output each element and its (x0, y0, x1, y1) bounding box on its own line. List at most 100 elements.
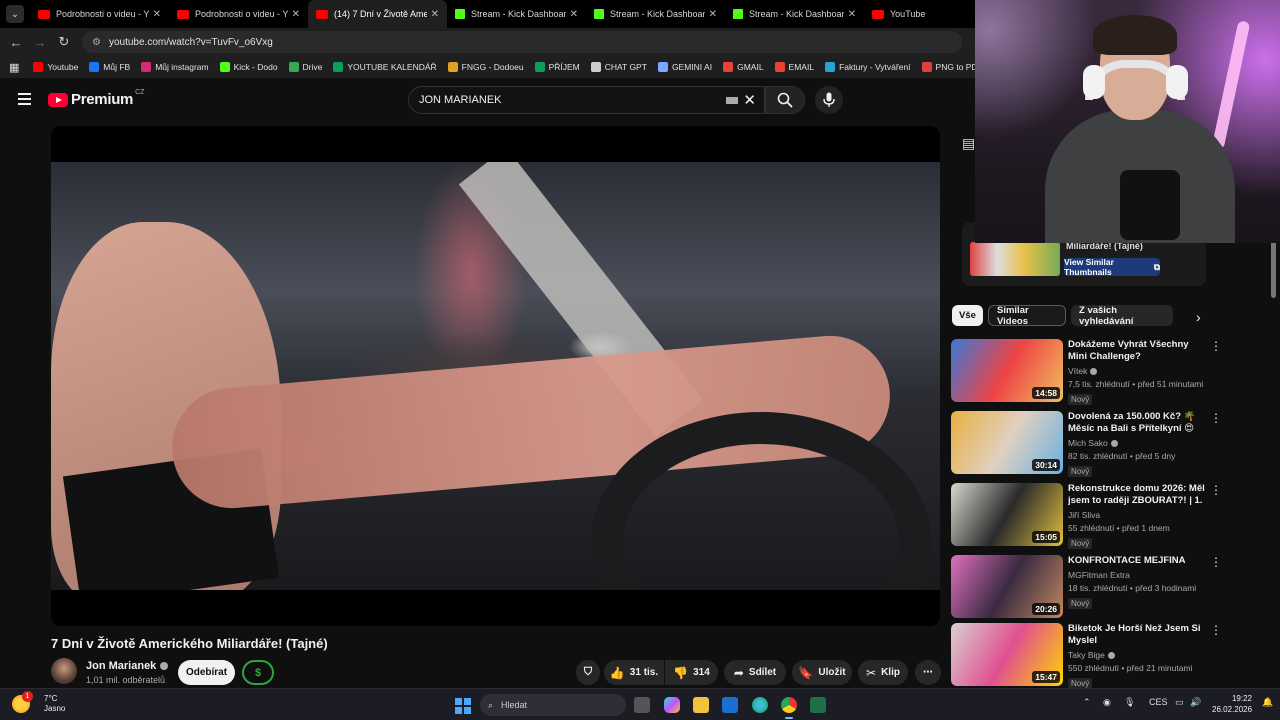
video-channel[interactable]: Taky Bige (1068, 650, 1208, 660)
voice-search-button[interactable] (815, 86, 843, 114)
close-tab-icon[interactable]: ✕ (570, 9, 578, 20)
bookmark-item[interactable]: Youtube (33, 62, 78, 72)
recommended-video[interactable]: 15:05 Rekonstrukce domu 2026: Měl jsem to… (951, 483, 1222, 549)
forward-arrow-icon[interactable]: → (28, 35, 52, 50)
site-info-icon[interactable]: ⚙ (92, 37, 101, 48)
browser-tab[interactable]: Stream - Kick Dashboard ✕ (586, 0, 725, 28)
video-channel[interactable]: Vítek (1068, 366, 1208, 376)
taskbar-clock[interactable]: 19:22 26.02.2026 (1212, 693, 1252, 715)
search-button[interactable] (765, 86, 805, 114)
bookmark-item[interactable]: PNG to PDF (921, 62, 975, 72)
close-tab-icon[interactable]: ✕ (431, 9, 439, 20)
video-thumbnail[interactable]: 14:58 (951, 339, 1063, 402)
more-vertical-icon[interactable]: ⋮ (1210, 339, 1222, 353)
tray-chevron-icon[interactable]: ⌃ (1083, 697, 1091, 708)
video-thumbnail[interactable]: 15:05 (951, 483, 1063, 546)
subscribe-button[interactable]: Odebírat (178, 660, 235, 685)
edge-icon[interactable] (752, 697, 768, 713)
tray-app-icon[interactable]: ◉ (1103, 697, 1111, 708)
bookmark-item[interactable]: Kick - Dodo (219, 62, 278, 72)
more-vertical-icon[interactable]: ⋮ (1210, 555, 1222, 569)
apps-grid-icon[interactable]: ▦ (9, 61, 19, 74)
back-arrow-icon[interactable]: ← (4, 35, 28, 50)
menu-hamburger-icon[interactable] (18, 93, 31, 105)
tab-search-chevron-icon[interactable]: ⌄ (6, 5, 24, 23)
video-thumbnail[interactable]: 30:14 (951, 411, 1063, 474)
share-button[interactable]: ➦ Sdílet (724, 660, 786, 685)
copilot-icon[interactable] (664, 697, 680, 713)
video-channel[interactable]: Mich Sako (1068, 438, 1208, 448)
clear-search-icon[interactable]: ✕ (743, 91, 756, 109)
save-button[interactable]: 🔖 Uložit (792, 660, 852, 685)
windows-start-icon[interactable] (455, 698, 471, 714)
reload-icon[interactable]: ↻ (52, 34, 76, 50)
channel-name[interactable]: Jon Marianek (86, 660, 169, 672)
bookmark-item[interactable]: Můj instagram (141, 62, 209, 72)
keyboard-icon[interactable] (726, 97, 738, 104)
video-title[interactable]: KONFRONTACE MEJFINA (1068, 555, 1208, 567)
chip-all[interactable]: Vše (952, 305, 983, 326)
excel-icon[interactable] (810, 697, 826, 713)
video-thumbnail[interactable]: 15:47 (951, 623, 1063, 686)
notifications-bell-icon[interactable]: 🔔 (1262, 697, 1273, 708)
dislike-button[interactable]: 👎 314 (665, 660, 718, 685)
chip-from-searches[interactable]: Z vašich vyhledávání (1071, 305, 1173, 327)
bookmark-item[interactable]: FNGG - Dodoeu (447, 62, 524, 72)
bookmark-item[interactable]: GMAIL (723, 62, 764, 72)
video-player[interactable] (51, 126, 940, 626)
file-explorer-icon[interactable] (693, 697, 709, 713)
view-similar-thumbnails-button[interactable]: View Similar Thumbnails ⧉ (1064, 257, 1160, 277)
video-thumbnail[interactable]: 20:26 (951, 555, 1063, 618)
outlook-icon[interactable] (722, 697, 738, 713)
search-input[interactable]: JON MARIANEK ✕ (408, 86, 765, 114)
chrome-icon[interactable] (781, 697, 797, 719)
volume-icon[interactable]: 🔊 (1190, 697, 1201, 708)
bookmark-item[interactable]: PŘÍJEM (534, 62, 580, 72)
bookmark-item[interactable]: EMAIL (774, 62, 814, 72)
task-view-icon[interactable] (634, 697, 650, 713)
clip-button[interactable]: ✂ Klip (858, 660, 908, 685)
chip-similar-videos[interactable]: Similar Videos (988, 305, 1066, 327)
video-title[interactable]: Dokážeme Vyhrát Všechny Mini Challenge? (1068, 339, 1208, 363)
weather-widget[interactable]: 1 7°C Jasno (12, 691, 65, 714)
bookmark-item[interactable]: Faktury - Vytváření (825, 62, 911, 72)
video-frame[interactable] (51, 162, 940, 590)
more-vertical-icon[interactable]: ⋮ (1210, 483, 1222, 497)
network-icon[interactable]: ▭ (1175, 697, 1184, 708)
bookmark-item[interactable]: CHAT GPT (590, 62, 647, 72)
thanks-button[interactable]: $ (242, 660, 274, 685)
more-vertical-icon[interactable]: ⋮ (1210, 411, 1222, 425)
tray-mic-icon[interactable]: 🎙 (1124, 697, 1135, 708)
browser-tab[interactable]: Stream - Kick Dashboard ✕ (725, 0, 864, 28)
video-title[interactable]: Rekonstrukce domu 2026: Měl jsem to radě… (1068, 483, 1208, 507)
browser-tab[interactable]: Stream - Kick Dashboard ✕ (447, 0, 586, 28)
bookmark-item[interactable]: Drive (288, 62, 322, 72)
like-button[interactable]: 👍 31 tis. (604, 660, 664, 685)
video-channel[interactable]: Jiří Sliva (1068, 510, 1208, 520)
close-tab-icon[interactable]: ✕ (292, 9, 300, 20)
bookmark-item[interactable]: YOUTUBE KALENDÁŘ (333, 62, 437, 72)
browser-tab[interactable]: (14) 7 Dní v Životě Americk ✕ (308, 0, 447, 28)
save-to-watch-later-button[interactable]: ⛉ (576, 660, 600, 685)
close-tab-icon[interactable]: ✕ (848, 9, 856, 20)
youtube-premium-logo[interactable]: Premium CZ (48, 89, 144, 108)
close-tab-icon[interactable]: ✕ (153, 9, 161, 20)
language-indicator[interactable]: CES (1149, 697, 1168, 707)
chevron-right-icon[interactable]: › (1196, 309, 1201, 325)
more-actions-button[interactable]: ⋯ (915, 660, 941, 685)
close-tab-icon[interactable]: ✕ (709, 9, 717, 20)
recommended-video[interactable]: 14:58 Dokážeme Vyhrát Všechny Mini Challe… (951, 339, 1222, 405)
bookmark-item[interactable]: Můj FB (89, 62, 130, 72)
page-scrollbar[interactable] (1271, 240, 1276, 298)
browser-tab[interactable]: Podrobnosti o videu - You ✕ (169, 0, 308, 28)
video-title[interactable]: Dovolená za 150.000 Kč? 🌴 Měsíc na Bali … (1068, 411, 1208, 435)
video-title[interactable]: Biketok Je Horší Než Jsem Si Myslel (1068, 623, 1208, 647)
channel-avatar[interactable] (51, 658, 77, 684)
recommended-video[interactable]: 20:26 KONFRONTACE MEJFINA MGFitman Extra 18… (951, 555, 1222, 619)
bookmark-item[interactable]: GEMINI AI (657, 62, 712, 72)
url-field[interactable]: ⚙ youtube.com/watch?v=TuvFv_o6Vxg (82, 31, 962, 53)
recommended-video[interactable]: 15:47 Biketok Je Horší Než Jsem Si Myslel… (951, 623, 1222, 689)
sidebar-panel-icon[interactable]: ▤ (962, 135, 975, 152)
recommended-video[interactable]: 30:14 Dovolená za 150.000 Kč? 🌴 Měsíc na … (951, 411, 1222, 477)
video-channel[interactable]: MGFitman Extra (1068, 570, 1208, 580)
